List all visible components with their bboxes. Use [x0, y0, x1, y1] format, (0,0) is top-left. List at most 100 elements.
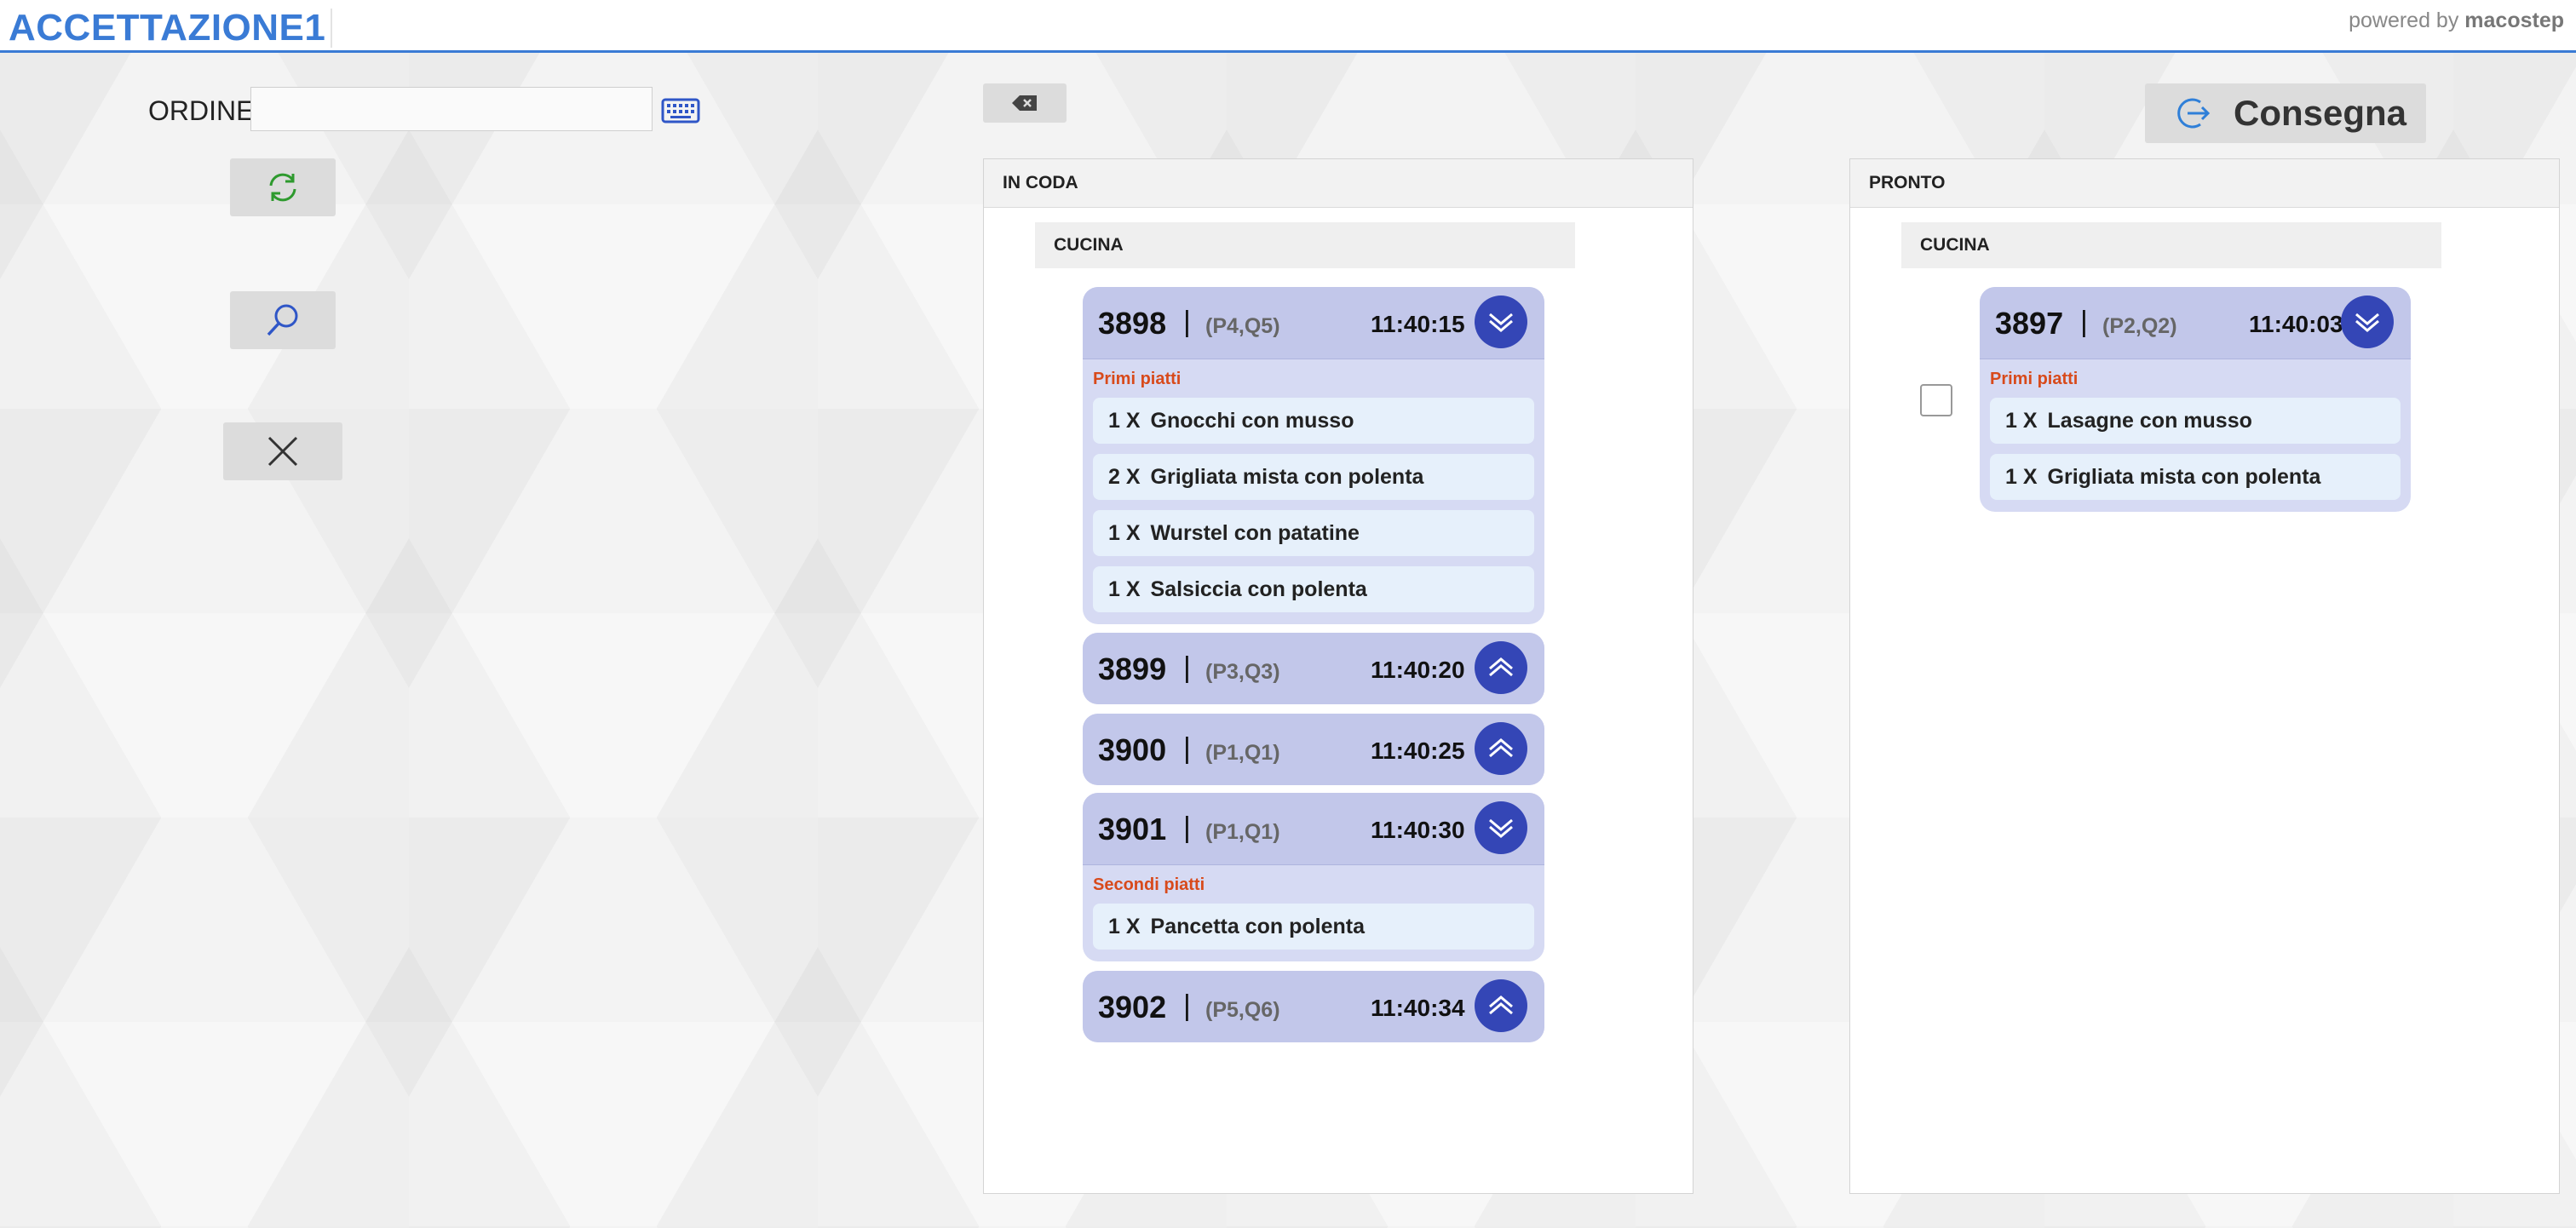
order-header[interactable]: 3902 | (P5,Q6) 11:40:34	[1083, 971, 1544, 1042]
order-number: 3902	[1098, 990, 1167, 1024]
expand-button[interactable]	[1475, 641, 1527, 694]
chevron-down-icon	[1489, 818, 1513, 838]
ordine-input[interactable]	[250, 87, 653, 131]
order-number: 3900	[1098, 732, 1167, 767]
order-tables: (P5,Q6)	[1205, 998, 1280, 1022]
order-select-checkbox[interactable]	[1920, 384, 1952, 416]
order-time: 11:40:34	[1371, 995, 1465, 1021]
item-name: Gnocchi con musso	[1150, 409, 1354, 433]
order-separator: |	[2080, 306, 2088, 338]
order-item[interactable]: 1 X Salsiccia con polenta	[1093, 566, 1534, 612]
order-card-3899: 3899 | (P3,Q3) 11:40:20	[1083, 633, 1544, 704]
order-card-3900: 3900 | (P1,Q1) 11:40:25	[1083, 714, 1544, 785]
order-tables: (P2,Q2)	[2102, 314, 2177, 338]
collapse-button[interactable]	[1475, 801, 1527, 854]
item-name: Grigliata mista con polenta	[1150, 465, 1424, 489]
order-body: Secondi piatti 1 X Pancetta con polenta	[1083, 864, 1544, 961]
order-body: Primi piatti 1 X Lasagne con musso 1 X Gri…	[1980, 359, 2411, 512]
item-name: Pancetta con polenta	[1150, 915, 1365, 938]
refresh-icon	[269, 173, 296, 202]
order-number: 3898	[1098, 306, 1167, 341]
order-header[interactable]: 3897 | (P2,Q2) 11:40:03	[1980, 287, 2411, 359]
logout-icon	[2177, 98, 2211, 129]
chevron-down-icon	[2355, 313, 2379, 332]
powered-by: powered by macostep	[2349, 9, 2564, 33]
order-number: 3901	[1098, 812, 1167, 846]
item-qty: 1 X	[1108, 915, 1141, 938]
chevron-down-icon	[1489, 313, 1513, 332]
order-time: 11:40:30	[1371, 817, 1465, 843]
order-item[interactable]: 1 X Pancetta con polenta	[1093, 904, 1534, 950]
item-name: Lasagne con musso	[2047, 409, 2252, 433]
order-separator: |	[1183, 732, 1191, 765]
order-card-3902: 3902 | (P5,Q6) 11:40:34	[1083, 971, 1544, 1042]
ready-panel: PRONTO CUCINA 3897 | (P2,Q2) 11:40:03 Pr…	[1849, 158, 2560, 1194]
ready-panel-title: PRONTO	[1850, 159, 2559, 208]
order-tables: (P4,Q5)	[1205, 314, 1280, 338]
powered-prefix: powered by	[2349, 9, 2459, 32]
order-item[interactable]: 1 X Lasagne con musso	[1990, 398, 2401, 444]
item-qty: 1 X	[2005, 409, 2038, 433]
chevron-up-icon	[1489, 657, 1513, 677]
order-item[interactable]: 1 X Wurstel con patatine	[1093, 510, 1534, 556]
item-qty: 2 X	[1108, 465, 1141, 489]
order-tables: (P3,Q3)	[1205, 660, 1280, 684]
order-time: 11:40:20	[1371, 657, 1465, 683]
order-card-3898: 3898 | (P4,Q5) 11:40:15 Primi piatti 1 X…	[1083, 287, 1544, 624]
chevron-up-icon	[1489, 738, 1513, 758]
chevron-up-icon	[1489, 996, 1513, 1015]
item-name: Wurstel con patatine	[1150, 521, 1360, 545]
collapse-button[interactable]	[1475, 296, 1527, 348]
top-bar: ACCETTAZIONE1 powered by macostep	[0, 0, 2576, 53]
order-card-3901: 3901 | (P1,Q1) 11:40:30 Secondi piatti 1…	[1083, 793, 1544, 961]
order-category: Primi piatti	[1990, 370, 2079, 388]
search-icon	[267, 304, 298, 336]
order-item[interactable]: 2 X Grigliata mista con polenta	[1093, 454, 1534, 500]
item-qty: 1 X	[2005, 465, 2038, 489]
queue-panel: IN CODA CUCINA 3898 | (P4,Q5) 11:40:15 P…	[983, 158, 1693, 1194]
order-header[interactable]: 3899 | (P3,Q3) 11:40:20	[1083, 633, 1544, 704]
queue-panel-title: IN CODA	[984, 159, 1693, 208]
ready-section-cucina: CUCINA	[1901, 222, 2441, 268]
search-button[interactable]	[230, 291, 336, 349]
order-body: Primi piatti 1 X Gnocchi con musso 2 X Gri…	[1083, 359, 1544, 624]
order-number: 3899	[1098, 651, 1167, 686]
order-separator: |	[1183, 651, 1191, 684]
order-header[interactable]: 3898 | (P4,Q5) 11:40:15	[1083, 287, 1544, 359]
ordine-label: ORDINE	[148, 95, 255, 126]
order-tables: (P1,Q1)	[1205, 820, 1280, 844]
backspace-button[interactable]	[983, 83, 1067, 123]
expand-button[interactable]	[1475, 722, 1527, 775]
order-category: Secondi piatti	[1093, 875, 1205, 894]
order-separator: |	[1183, 990, 1191, 1022]
title-divider	[331, 9, 332, 48]
refresh-button[interactable]	[230, 158, 336, 216]
order-number: 3897	[1995, 306, 2064, 341]
order-header[interactable]: 3901 | (P1,Q1) 11:40:30	[1083, 793, 1544, 864]
keyboard-icon[interactable]	[661, 97, 700, 124]
expand-button[interactable]	[1475, 979, 1527, 1032]
order-item[interactable]: 1 X Gnocchi con musso	[1093, 398, 1534, 444]
order-time: 11:40:03	[2249, 311, 2343, 337]
item-name: Grigliata mista con polenta	[2047, 465, 2321, 489]
order-tables: (P1,Q1)	[1205, 741, 1280, 765]
order-separator: |	[1183, 306, 1191, 338]
consegna-button[interactable]: Consegna	[2145, 83, 2426, 143]
powered-brand: macostep	[2464, 9, 2564, 32]
queue-section-cucina: CUCINA	[1035, 222, 1575, 268]
app-title: ACCETTAZIONE1	[9, 7, 326, 49]
clear-button[interactable]	[223, 422, 342, 480]
order-time: 11:40:25	[1371, 737, 1465, 764]
item-name: Salsiccia con polenta	[1150, 577, 1367, 601]
backspace-icon	[1012, 95, 1037, 111]
order-header[interactable]: 3900 | (P1,Q1) 11:40:25	[1083, 714, 1544, 785]
order-item[interactable]: 1 X Grigliata mista con polenta	[1990, 454, 2401, 500]
item-qty: 1 X	[1108, 577, 1141, 601]
order-card-3897: 3897 | (P2,Q2) 11:40:03 Primi piatti 1 X…	[1980, 287, 2411, 512]
order-category: Primi piatti	[1093, 370, 1182, 388]
item-qty: 1 X	[1108, 409, 1141, 433]
close-icon	[267, 436, 298, 467]
collapse-button[interactable]	[2341, 296, 2394, 348]
order-time: 11:40:15	[1371, 311, 1465, 337]
item-qty: 1 X	[1108, 521, 1141, 545]
